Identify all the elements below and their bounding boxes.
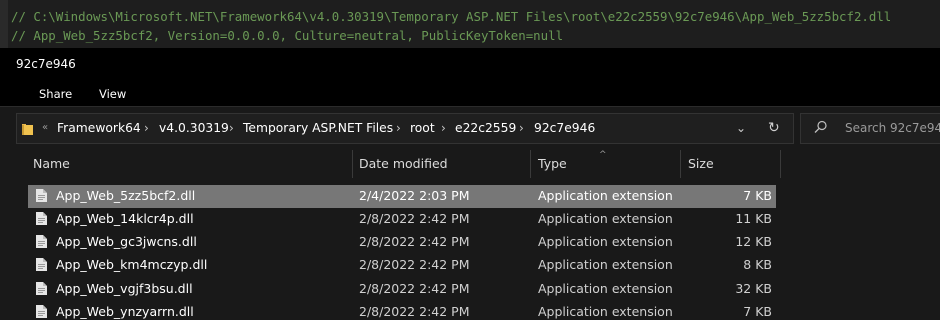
file-date-modified: 2/4/2022 2:03 PM bbox=[359, 188, 470, 203]
breadcrumb-v4[interactable]: v4.0.30319 bbox=[159, 121, 229, 135]
file-row[interactable]: App_Web_14klcr4p.dll 2/8/2022 2:42 PM Ap… bbox=[28, 208, 776, 231]
column-header-name[interactable]: Name bbox=[33, 156, 70, 171]
file-row[interactable]: App_Web_vgjf3bsu.dll 2/8/2022 2:42 PM Ap… bbox=[28, 278, 776, 301]
file-size: 8 KB bbox=[743, 257, 772, 272]
file-list: App_Web_5zz5bcf2.dll 2/4/2022 2:03 PM Ap… bbox=[0, 178, 940, 320]
breadcrumb-e22c2559[interactable]: e22c2559 bbox=[455, 121, 516, 135]
column-header-type[interactable]: Type bbox=[538, 156, 567, 171]
breadcrumb-framework64[interactable]: Framework64 bbox=[57, 121, 141, 135]
file-row[interactable]: App_Web_km4mczyp.dll 2/8/2022 2:42 PM Ap… bbox=[28, 254, 776, 277]
sort-indicator-icon: ^ bbox=[599, 150, 607, 160]
file-name: App_Web_km4mczyp.dll bbox=[56, 257, 208, 272]
file-size: 7 KB bbox=[743, 304, 772, 319]
file-row[interactable]: App_Web_5zz5bcf2.dll 2/4/2022 2:03 PM Ap… bbox=[28, 185, 776, 208]
search-icon bbox=[814, 120, 827, 133]
search-placeholder: Search 92c7e946 bbox=[845, 121, 940, 135]
column-headers: Name Date modified ^ Type Size bbox=[0, 150, 940, 178]
file-date-modified: 2/8/2022 2:42 PM bbox=[359, 234, 470, 249]
search-input[interactable]: Search 92c7e946 bbox=[800, 113, 940, 144]
file-date-modified: 2/8/2022 2:42 PM bbox=[359, 211, 470, 226]
breadcrumb-overflow-icon[interactable]: « bbox=[42, 122, 48, 133]
file-size: 32 KB bbox=[735, 281, 772, 296]
ribbon-tabs: Share View bbox=[0, 81, 940, 106]
code-comment-path: // C:\Windows\Microsoft.NET\Framework64\… bbox=[11, 9, 892, 24]
dll-file-icon bbox=[36, 282, 47, 295]
file-type: Application extension bbox=[538, 234, 673, 249]
column-divider[interactable] bbox=[680, 150, 681, 178]
dll-file-icon bbox=[36, 305, 47, 318]
file-row[interactable]: App_Web_ynzyarrn.dll 2/8/2022 2:42 PM Ap… bbox=[28, 301, 776, 320]
window-title: 92c7e946 bbox=[16, 57, 76, 71]
file-size: 7 KB bbox=[743, 188, 772, 203]
file-name: App_Web_14klcr4p.dll bbox=[56, 211, 194, 226]
file-type: Application extension bbox=[538, 257, 673, 272]
breadcrumb-92c7e946[interactable]: 92c7e946 bbox=[534, 121, 595, 135]
file-date-modified: 2/8/2022 2:42 PM bbox=[359, 304, 470, 319]
chevron-right-icon[interactable]: › bbox=[144, 121, 149, 135]
file-type: Application extension bbox=[538, 211, 673, 226]
breadcrumb-temporary-asp-net-files[interactable]: Temporary ASP.NET Files bbox=[243, 121, 393, 135]
file-date-modified: 2/8/2022 2:42 PM bbox=[359, 257, 470, 272]
dll-file-icon bbox=[36, 235, 47, 248]
window-titlebar: 92c7e946 bbox=[0, 48, 940, 81]
code-comment-panel: // C:\Windows\Microsoft.NET\Framework64\… bbox=[0, 0, 940, 48]
file-date-modified: 2/8/2022 2:42 PM bbox=[359, 281, 470, 296]
file-type: Application extension bbox=[538, 281, 673, 296]
dll-file-icon bbox=[36, 189, 47, 202]
column-divider[interactable] bbox=[352, 150, 353, 178]
file-size: 12 KB bbox=[735, 234, 772, 249]
file-name: App_Web_vgjf3bsu.dll bbox=[56, 281, 193, 296]
dll-file-icon bbox=[36, 212, 47, 225]
folder-icon bbox=[22, 124, 33, 135]
breadcrumb-root[interactable]: root bbox=[410, 121, 435, 135]
refresh-icon[interactable]: ↻ bbox=[768, 120, 780, 136]
chevron-right-icon[interactable]: › bbox=[441, 121, 446, 135]
file-name: App_Web_gc3jwcns.dll bbox=[56, 234, 197, 249]
file-name: App_Web_ynzyarrn.dll bbox=[56, 304, 194, 319]
column-divider[interactable] bbox=[530, 150, 531, 178]
address-row: « Framework64 › v4.0.30319 › Temporary A… bbox=[0, 106, 940, 151]
file-type: Application extension bbox=[538, 304, 673, 319]
file-size: 11 KB bbox=[735, 211, 772, 226]
chevron-down-icon[interactable]: ⌄ bbox=[736, 121, 746, 135]
chevron-right-icon[interactable]: › bbox=[519, 121, 524, 135]
file-row[interactable]: App_Web_gc3jwcns.dll 2/8/2022 2:42 PM Ap… bbox=[28, 231, 776, 254]
column-header-size[interactable]: Size bbox=[688, 156, 714, 171]
code-comment-assembly: // App_Web_5zz5bcf2, Version=0.0.0.0, Cu… bbox=[11, 28, 564, 43]
column-divider[interactable] bbox=[780, 150, 781, 178]
chevron-right-icon[interactable]: › bbox=[229, 121, 234, 135]
file-name: App_Web_5zz5bcf2.dll bbox=[56, 188, 196, 203]
dll-file-icon bbox=[36, 258, 47, 271]
file-type: Application extension bbox=[538, 188, 673, 203]
chevron-right-icon[interactable]: › bbox=[396, 121, 401, 135]
address-bar[interactable]: « Framework64 › v4.0.30319 › Temporary A… bbox=[16, 113, 794, 144]
column-header-date-modified[interactable]: Date modified bbox=[359, 156, 448, 171]
tab-share[interactable]: Share bbox=[39, 87, 72, 101]
tab-view[interactable]: View bbox=[99, 87, 126, 101]
screen: // C:\Windows\Microsoft.NET\Framework64\… bbox=[0, 0, 940, 320]
